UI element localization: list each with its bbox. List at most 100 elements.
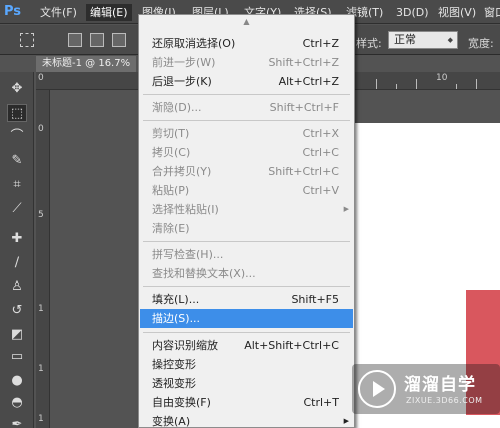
menu-separator [143, 286, 350, 287]
ruler-label: 10 [436, 73, 448, 83]
menu-item-shortcut: Ctrl+V [302, 184, 339, 197]
submenu-arrow-icon: ▶ [343, 417, 349, 425]
subtract-selection-icon[interactable] [112, 33, 126, 47]
quick-select-tool-icon[interactable]: ✎ [7, 152, 27, 170]
menu-item-fade[interactable]: 渐隐(D)... Shift+Ctrl+F [140, 98, 353, 117]
ruler-label: 5 [38, 210, 44, 220]
ruler-tick [376, 79, 377, 89]
menu-separator [143, 241, 350, 242]
stamp-tool-icon[interactable]: ♙ [7, 278, 27, 296]
menu-item-label: 描边(S)... [152, 312, 201, 325]
width-label: 宽度: [468, 37, 494, 50]
submenu-arrow-icon: ▶ [343, 205, 349, 213]
ruler-label: 1 [38, 364, 44, 374]
ruler-tick [416, 79, 417, 89]
menu-item-label: 粘贴(P) [152, 184, 190, 197]
menu-item-spell-check[interactable]: 拼写检查(H)... [140, 245, 353, 264]
ruler-label: 1 [38, 304, 44, 314]
menu-item-content-aware-scale[interactable]: 内容识别缩放 Alt+Shift+Ctrl+C [140, 336, 353, 355]
menu-item-label: 渐隐(D)... [152, 101, 202, 114]
menu-window[interactable]: 窗口 [480, 4, 500, 21]
menu-item-shortcut: Ctrl+X [302, 127, 339, 140]
marquee-preset-icon[interactable] [20, 33, 34, 47]
menu-item-puppet-warp[interactable]: 操控变形 [140, 355, 353, 374]
menu-item-paste-special[interactable]: 选择性粘贴(I) ▶ [140, 200, 353, 219]
move-tool-icon[interactable]: ✥ [7, 80, 27, 98]
healing-tool-icon[interactable]: ✚ [7, 230, 27, 248]
menu-item-shortcut: Shift+F5 [291, 293, 339, 306]
scroll-up-arrow-icon[interactable]: ▲ [139, 15, 354, 29]
menu-file[interactable]: 文件(F) [36, 4, 81, 21]
menu-item-copy-merged[interactable]: 合并拷贝(Y) Shift+Ctrl+C [140, 162, 353, 181]
menu-item-shortcut: Alt+Shift+Ctrl+C [244, 339, 339, 352]
menu-item-label: 内容识别缩放 [152, 339, 218, 352]
edit-menu-dropdown: ▲ 还原取消选择(O) Ctrl+Z 前进一步(W) Shift+Ctrl+Z … [138, 14, 355, 428]
ruler-label: 1 [38, 414, 44, 424]
menu-item-shortcut: Alt+Ctrl+Z [278, 75, 339, 88]
eyedropper-tool-icon[interactable]: ⟋ [7, 200, 27, 218]
menu-view[interactable]: 视图(V) [434, 4, 480, 21]
menu-item-label: 填充(L)... [152, 293, 200, 306]
photoshop-logo: Ps [4, 4, 22, 19]
document-tab[interactable]: 未标题-1 @ 16.7% [36, 56, 136, 72]
lasso-tool-icon[interactable]: ⌒ [7, 128, 27, 146]
history-brush-tool-icon[interactable]: ↺ [7, 302, 27, 320]
menu-item-label: 操控变形 [152, 358, 196, 371]
menu-item-fill[interactable]: 填充(L)... Shift+F5 [140, 290, 353, 309]
style-select[interactable]: 正常 [388, 31, 458, 49]
brush-tool-icon[interactable]: ∕ [7, 254, 27, 272]
menu-item-transform[interactable]: 变换(A) ▶ [140, 412, 353, 428]
menu-item-paste[interactable]: 粘贴(P) Ctrl+V [140, 181, 353, 200]
menu-item-label: 自由变换(F) [152, 396, 211, 409]
menu-item-label: 查找和替换文本(X)... [152, 267, 256, 280]
menu-item-shortcut: Shift+Ctrl+F [269, 101, 339, 114]
menu-edit[interactable]: 编辑(E) [86, 4, 132, 21]
menu-item-undo[interactable]: 还原取消选择(O) Ctrl+Z [140, 34, 353, 53]
menu-item-step-backward[interactable]: 后退一步(K) Alt+Ctrl+Z [140, 72, 353, 91]
crop-tool-icon[interactable]: ⌗ [7, 176, 27, 194]
menu-item-stroke[interactable]: 描边(S)... [140, 309, 353, 328]
menu-item-find-replace[interactable]: 查找和替换文本(X)... [140, 264, 353, 283]
ruler-label: 0 [38, 124, 44, 134]
menu-item-shortcut: Ctrl+Z [302, 37, 339, 50]
menu-separator [143, 332, 350, 333]
marquee-tool-icon[interactable]: ⬚ [7, 104, 27, 122]
menu-item-shortcut: Shift+Ctrl+C [268, 165, 339, 178]
ruler-tick [396, 84, 397, 89]
dodge-tool-icon[interactable]: ◓ [7, 394, 27, 412]
pen-tool-icon[interactable]: ✒ [7, 416, 27, 428]
vertical-ruler: 0 5 1 1 1 [36, 90, 50, 428]
menu-item-label: 拷贝(C) [152, 146, 191, 159]
watermark-url: ZIXUE.3D66.COM [406, 396, 483, 405]
menu-item-label: 选择性粘贴(I) [152, 203, 219, 216]
ruler-tick [456, 84, 457, 89]
new-selection-icon[interactable] [68, 33, 82, 47]
menu-item-label: 后退一步(K) [152, 75, 212, 88]
eraser-tool-icon[interactable]: ◩ [7, 326, 27, 344]
gradient-tool-icon[interactable]: ▭ [7, 348, 27, 366]
blur-tool-icon[interactable]: ● [7, 372, 27, 390]
menu-item-label: 剪切(T) [152, 127, 190, 140]
menu-item-copy[interactable]: 拷贝(C) Ctrl+C [140, 143, 353, 162]
menu-item-shortcut: Ctrl+C [302, 146, 339, 159]
ruler-tick [476, 79, 477, 89]
menu-item-free-transform[interactable]: 自由变换(F) Ctrl+T [140, 393, 353, 412]
menu-3d[interactable]: 3D(D) [392, 4, 433, 21]
menu-item-label: 清除(E) [152, 222, 190, 235]
watermark-title: 溜溜自学 [404, 375, 476, 395]
menu-item-shortcut: Shift+Ctrl+Z [268, 56, 339, 69]
menu-item-label: 还原取消选择(O) [152, 37, 236, 50]
menu-item-cut[interactable]: 剪切(T) Ctrl+X [140, 124, 353, 143]
style-label: 样式: [356, 37, 382, 50]
menu-item-perspective-warp[interactable]: 透视变形 [140, 374, 353, 393]
menu-item-shortcut: Ctrl+T [303, 396, 339, 409]
menu-item-label: 透视变形 [152, 377, 196, 390]
add-selection-icon[interactable] [90, 33, 104, 47]
menu-item-step-forward[interactable]: 前进一步(W) Shift+Ctrl+Z [140, 53, 353, 72]
menu-item-clear[interactable]: 清除(E) [140, 219, 353, 238]
menu-item-label: 前进一步(W) [152, 56, 216, 69]
menu-item-label: 变换(A) [152, 415, 191, 428]
menu-item-label: 合并拷贝(Y) [152, 165, 212, 178]
menu-separator [143, 120, 350, 121]
play-logo-icon [358, 370, 396, 408]
